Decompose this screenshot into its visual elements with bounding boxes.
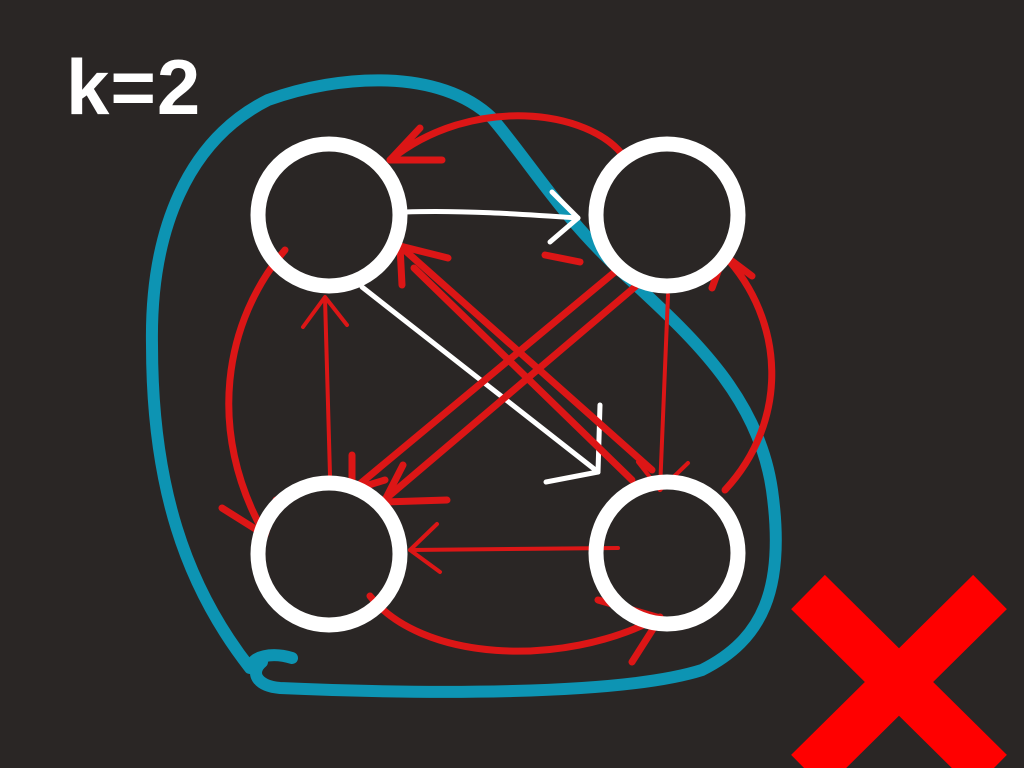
edge-red-top-left-to-bottom-left	[218, 246, 289, 539]
diagram-canvas: k=2	[0, 0, 1024, 768]
node-top-right	[588, 136, 746, 294]
node-bottom-left	[250, 475, 408, 633]
node-top-left	[250, 136, 408, 294]
edge-red-bottom-left-to-top-left	[301, 295, 349, 477]
x-mark-icon	[791, 574, 1007, 768]
edge-red-bottom-right-to-bottom-left	[408, 522, 620, 574]
node-bottom-right	[588, 474, 746, 632]
k-label: k=2	[66, 43, 202, 131]
selection-lasso	[145, 74, 782, 698]
edge-red-bottom-right-to-top-left	[396, 242, 656, 484]
edge-red-top-right-to-bottom-left	[348, 251, 640, 506]
